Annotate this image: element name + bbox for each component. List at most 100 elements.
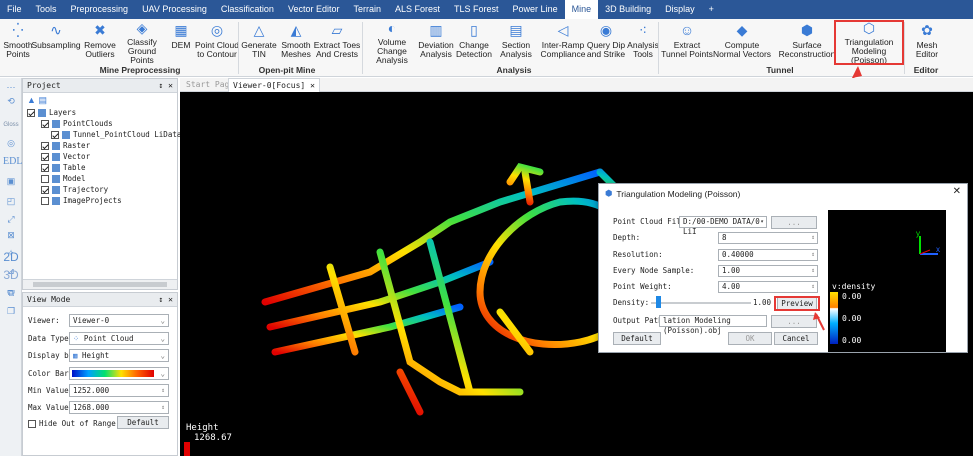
viewmode-panel: View Mode ↕ ✕ Viewer: Viewer-0 ⌄ Data Type… — [22, 292, 178, 456]
resolution-label: Resolution: — [613, 250, 663, 259]
tree-label: Trajectory — [63, 185, 109, 194]
circle-icon[interactable]: ◎ — [3, 138, 19, 149]
tab-start-page[interactable]: Start Page — [186, 80, 234, 89]
spinner-icon[interactable]: ⇕ — [811, 266, 815, 276]
gloss-label[interactable]: Gloss — [3, 122, 19, 128]
ok-button[interactable]: OK — [728, 332, 772, 345]
layer-icon — [62, 130, 70, 139]
spinner-icon[interactable]: ⇕ — [161, 387, 165, 394]
every-node-label: Every Node Sample: — [613, 266, 695, 275]
output-path-input[interactable]: lation Modeling (Poisson).obj — [659, 315, 767, 335]
edl-label[interactable]: EDL — [3, 156, 22, 167]
cube-icon[interactable]: ▣ — [3, 176, 19, 187]
toolbar-grip: ⋯ — [6, 82, 16, 92]
expand-icon[interactable]: ⤢ — [3, 214, 19, 225]
spinner-icon[interactable]: ⇕ — [811, 250, 815, 260]
dialog-default-button[interactable]: Default — [613, 332, 661, 345]
open-icon[interactable]: ▲ — [27, 95, 36, 105]
rotate-icon[interactable]: ⟲ — [3, 96, 19, 107]
colorbar-gradient — [72, 370, 154, 377]
viewer-select[interactable]: Viewer-0 ⌄ — [69, 314, 169, 327]
display-select[interactable]: ▦ Height ⌄ — [69, 349, 169, 362]
spinner-icon[interactable]: ⇕ — [811, 233, 815, 243]
min-input[interactable]: 1252.000 ⇕ — [69, 384, 169, 397]
density-slider-thumb[interactable] — [655, 296, 661, 308]
tree-checkbox[interactable] — [41, 174, 49, 183]
2d-button[interactable]: 2D — [3, 250, 19, 264]
poisson-dialog: ⬢ Triangulation Modeling (Poisson) ✕ Poin… — [598, 183, 968, 353]
tunnel-main-3 — [271, 303, 464, 356]
viewmode-header: View Mode ↕ ✕ — [23, 293, 177, 307]
default-button[interactable]: Default — [117, 416, 169, 429]
tree-checkbox[interactable] — [41, 119, 49, 128]
resolution-input[interactable]: 0.40000 ⇕ — [718, 249, 818, 261]
scroll-thumb[interactable] — [33, 282, 167, 287]
tree-checkbox[interactable] — [41, 185, 49, 194]
tree-checkbox[interactable] — [27, 108, 35, 117]
viewmode-title: View Mode — [27, 295, 71, 304]
viewer-label: Viewer: — [28, 316, 60, 325]
datatype-select[interactable]: ⁘ Point Cloud ⌄ — [69, 332, 169, 345]
spinner-icon[interactable]: ⇕ — [161, 404, 165, 411]
pin-close-icon[interactable]: ↕ ✕ — [159, 79, 173, 93]
layers-icon[interactable]: ⧉ — [3, 288, 19, 299]
spinner-icon[interactable]: ⇕ — [811, 282, 815, 292]
project-header: Project ↕ ✕ — [23, 79, 177, 93]
3d-button[interactable]: 3D — [3, 268, 19, 282]
axes-gizmo-icon: y x — [916, 230, 940, 255]
axis-x-label: x — [936, 245, 940, 254]
viewmode-pin-icon[interactable]: ↕ ✕ — [159, 293, 173, 307]
point-weight-input[interactable]: 4.00 ⇕ — [718, 281, 818, 293]
tree-item[interactable]: Tunnel_PointCloud LiData — [27, 129, 181, 140]
tree-checkbox[interactable] — [41, 196, 49, 205]
preview-highlight-box — [774, 296, 820, 311]
density-label: Density: — [613, 298, 650, 307]
max-input[interactable]: 1268.000 ⇕ — [69, 401, 169, 414]
tree-item[interactable]: PointClouds — [27, 118, 177, 129]
axis-y-label: y — [916, 230, 920, 238]
tree-checkbox[interactable] — [41, 152, 49, 161]
chevron-down-icon: ▾ — [760, 218, 764, 225]
layer-tree: Layers PointClouds Tunnel_PointCloud LiDat… — [23, 107, 181, 206]
depth-input[interactable]: 8 ⇕ — [718, 232, 818, 244]
cancel-button[interactable]: Cancel — [774, 332, 818, 345]
layer-icon — [38, 108, 46, 117]
close-tab-icon[interactable]: ✕ — [310, 81, 315, 90]
pcfile-browse-button[interactable]: ... — [771, 216, 817, 229]
depth-label: Depth: — [613, 233, 641, 242]
point-weight-label: Point Weight: — [613, 282, 672, 291]
snap-icon[interactable]: ⊠ — [3, 230, 19, 241]
tree-item[interactable]: ImageProjects — [27, 195, 177, 206]
tree-label: Table — [63, 163, 86, 172]
tree-checkbox[interactable] — [51, 130, 59, 139]
document-tabs: Start Page Viewer-0[Focus] ✕ — [180, 78, 973, 92]
preview-colorbar — [830, 292, 838, 344]
colorbar-select[interactable]: ⌄ — [69, 367, 169, 380]
tree-checkbox[interactable] — [41, 141, 49, 150]
dialog-title: Triangulation Modeling (Poisson) — [616, 188, 741, 199]
tree-label: Vector — [63, 152, 91, 161]
tab-viewer[interactable]: Viewer-0[Focus] ✕ — [228, 78, 320, 92]
tree-label: Layers — [49, 108, 77, 117]
tree-checkbox[interactable] — [41, 163, 49, 172]
stack-icon[interactable]: ❐ — [3, 306, 19, 317]
density-slider-track[interactable] — [651, 302, 751, 304]
tree-item[interactable]: Raster — [27, 140, 177, 151]
tree-label: PointClouds — [63, 119, 113, 128]
hide-checkbox[interactable] — [28, 419, 36, 428]
tree-item[interactable]: Trajectory — [27, 184, 177, 195]
every-node-input[interactable]: 1.00 ⇕ — [718, 265, 818, 277]
hide-out-of-range[interactable]: Hide Out of Range — [28, 417, 116, 430]
height-icon: ▦ — [73, 351, 83, 360]
tree-item[interactable]: Vector — [27, 151, 177, 162]
dialog-close-icon[interactable]: ✕ — [953, 186, 961, 197]
tree-item[interactable]: Layers — [27, 107, 177, 118]
layer-icon — [52, 185, 60, 194]
box-icon[interactable]: ◰ — [3, 196, 19, 207]
chevron-down-icon: ⌄ — [160, 316, 165, 325]
tree-item[interactable]: Model — [27, 173, 177, 184]
tree-item[interactable]: Table — [27, 162, 177, 173]
pcfile-select[interactable]: D:/00-DEMO DATA/0-LiI ▾ — [679, 216, 767, 236]
project-hscroll[interactable] — [23, 279, 177, 289]
refresh-icon[interactable]: ▤ — [38, 95, 47, 105]
